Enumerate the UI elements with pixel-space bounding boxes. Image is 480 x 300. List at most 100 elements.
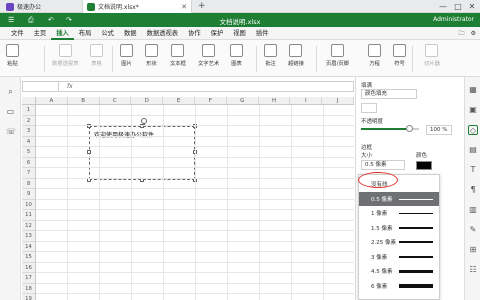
minimize-button[interactable]: — xyxy=(436,0,450,13)
open-location-icon[interactable]: 🗀 xyxy=(459,29,465,39)
table-button[interactable]: 表格 xyxy=(90,44,103,67)
hyperlink-button[interactable]: 超链接 xyxy=(288,44,304,67)
user-name[interactable]: Administrator xyxy=(433,16,474,23)
paste-button[interactable]: 粘贴 xyxy=(6,44,19,67)
dropdown-option[interactable]: 4.5 像素 xyxy=(359,264,439,279)
shape-settings-icon[interactable]: ◇ xyxy=(468,125,478,135)
menu-view[interactable]: 视图 xyxy=(228,27,251,40)
column-header[interactable]: D xyxy=(131,97,164,104)
menu-collab[interactable]: 协作 xyxy=(183,27,206,40)
equation-button[interactable]: 方程 xyxy=(368,44,381,67)
slicer-settings-icon[interactable]: ☷ xyxy=(468,265,478,275)
menu-pivot[interactable]: 数据透视表 xyxy=(142,27,183,40)
menu-protect[interactable]: 保护 xyxy=(206,27,229,40)
comments-icon[interactable]: ▭ xyxy=(6,107,15,116)
row-header[interactable]: 13 xyxy=(22,231,36,242)
row-header[interactable]: 17 xyxy=(22,273,36,284)
name-box[interactable] xyxy=(23,82,59,91)
row-header[interactable]: 16 xyxy=(22,262,36,273)
row-header[interactable]: 4 xyxy=(22,136,36,147)
tab-home[interactable]: 极速办公 xyxy=(2,0,72,13)
spreadsheet-grid[interactable]: A B C D E F G H I J 欢迎使用极速办公软件 123456789… xyxy=(22,97,354,300)
row-header[interactable]: 6 xyxy=(22,157,36,168)
row-header[interactable]: 8 xyxy=(22,178,36,189)
wordart-button[interactable]: 文字艺术 xyxy=(198,44,219,67)
pivot-table-button[interactable]: 数据透视表 xyxy=(52,44,79,67)
text-box[interactable]: 欢迎使用极速办公软件 xyxy=(87,124,197,182)
textbox-button[interactable]: 文本框 xyxy=(170,44,186,67)
header-footer-button[interactable]: 页眉/页脚 xyxy=(326,44,349,67)
row-header[interactable]: 11 xyxy=(22,210,36,221)
menu-layout[interactable]: 布局 xyxy=(74,27,97,40)
border-color-swatch[interactable] xyxy=(416,161,432,170)
close-button[interactable]: ✕ xyxy=(465,0,479,13)
column-header[interactable]: E xyxy=(163,97,195,104)
comment-button[interactable]: 批注 xyxy=(264,44,277,67)
row-header[interactable]: 5 xyxy=(22,147,36,158)
row-header[interactable]: 18 xyxy=(22,283,36,294)
row-header[interactable]: 15 xyxy=(22,252,36,263)
pivot-settings-icon[interactable]: ⊞ xyxy=(468,245,478,255)
search-icon[interactable]: ⌕ xyxy=(6,87,15,96)
shape-button[interactable]: 形状 xyxy=(145,44,158,67)
settings-icon[interactable]: ⚙ xyxy=(471,30,476,37)
row-header[interactable]: 14 xyxy=(22,241,36,252)
menu-file[interactable]: 文件 xyxy=(6,27,29,40)
resize-handle[interactable] xyxy=(87,150,91,154)
feedback-icon[interactable]: ☏ xyxy=(6,127,16,136)
row-header[interactable]: 7 xyxy=(22,168,36,179)
resize-handle[interactable] xyxy=(87,178,91,182)
text-box-content[interactable]: 欢迎使用极速办公软件 xyxy=(94,130,154,139)
maximize-button[interactable]: □ xyxy=(451,0,465,13)
row-header[interactable]: 9 xyxy=(22,189,36,200)
select-all-corner[interactable] xyxy=(22,97,36,104)
close-tab-icon[interactable]: ✕ xyxy=(181,3,187,11)
opacity-slider-thumb[interactable] xyxy=(406,125,413,132)
column-header[interactable]: H xyxy=(259,97,291,104)
table-settings-icon[interactable]: ▥ xyxy=(468,205,478,215)
column-header[interactable]: B xyxy=(68,97,100,104)
fill-color-picker[interactable] xyxy=(361,103,377,113)
chart-button[interactable]: 图表 xyxy=(230,44,243,67)
column-header[interactable]: F xyxy=(195,97,227,104)
picture-button[interactable]: 图片 xyxy=(120,44,133,67)
fill-type-select[interactable]: 颜色填充 xyxy=(361,89,417,99)
fx-icon[interactable]: fx xyxy=(67,83,73,90)
image-settings-icon[interactable]: ▣ xyxy=(468,105,478,115)
menu-home[interactable]: 主页 xyxy=(29,27,52,40)
signature-icon[interactable]: ✎ xyxy=(468,225,478,235)
column-header[interactable]: C xyxy=(100,97,132,104)
row-header[interactable]: 12 xyxy=(22,220,36,231)
tab-document[interactable]: 文档说明.xlsx* ✕ xyxy=(82,0,192,13)
dropdown-option[interactable]: 1.5 像素 xyxy=(359,221,439,236)
dropdown-option[interactable]: 0.5 像素 xyxy=(359,191,439,206)
menu-plugins[interactable]: 插件 xyxy=(251,27,274,40)
border-size-select[interactable]: 0.5 像素 xyxy=(361,160,405,170)
opacity-input[interactable]: 100 % xyxy=(426,125,452,135)
resize-handle[interactable] xyxy=(140,178,144,182)
row-header[interactable]: 2 xyxy=(22,115,36,126)
row-header[interactable]: 10 xyxy=(22,199,36,210)
symbol-button[interactable]: 符号 xyxy=(393,44,406,67)
dropdown-option[interactable]: 2.25 像素 xyxy=(359,235,439,250)
row-header[interactable]: 19 xyxy=(22,294,36,300)
paragraph-icon[interactable]: ¶ xyxy=(468,185,478,195)
text-settings-icon[interactable]: T xyxy=(468,165,478,175)
column-header[interactable]: J xyxy=(322,97,354,104)
column-header[interactable]: A xyxy=(36,97,68,104)
dropdown-option[interactable]: 1 像素 xyxy=(359,206,439,221)
dropdown-option[interactable]: 3 像素 xyxy=(359,250,439,265)
title-bar: ☰ ⎙ ↶ ↷ 文档说明.xlsx Administrator xyxy=(0,13,480,27)
column-header[interactable]: I xyxy=(290,97,323,104)
column-header[interactable]: G xyxy=(227,97,259,104)
chart-settings-icon[interactable]: ▤ xyxy=(468,145,478,155)
dropdown-option[interactable]: 6 像素 xyxy=(359,279,439,294)
menu-insert[interactable]: 插入 xyxy=(51,27,74,40)
menu-data[interactable]: 数据 xyxy=(119,27,142,40)
slicer-button[interactable]: 切片器 xyxy=(424,44,440,67)
row-header[interactable]: 1 xyxy=(22,105,36,116)
row-header[interactable]: 3 xyxy=(22,126,36,137)
menu-formula[interactable]: 公式 xyxy=(96,27,119,40)
cell-settings-icon[interactable]: ▦ xyxy=(468,85,478,95)
add-tab-button[interactable]: + xyxy=(198,0,206,13)
